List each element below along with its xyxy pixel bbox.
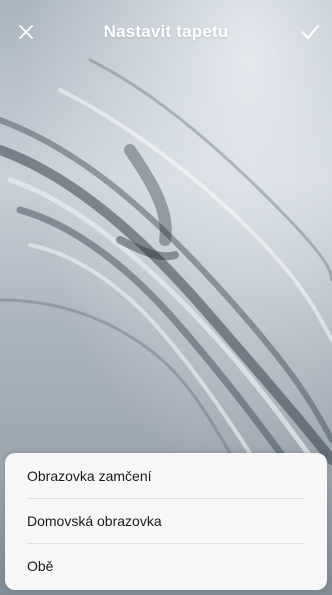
option-both[interactable]: Obě — [5, 543, 327, 588]
option-lock-screen[interactable]: Obrazovka zamčení — [5, 453, 327, 498]
top-bar: Nastavit tapetu — [0, 0, 332, 64]
close-button[interactable] — [12, 18, 40, 46]
check-icon — [301, 25, 319, 39]
close-icon — [19, 25, 33, 39]
option-home-screen[interactable]: Domovská obrazovka — [5, 498, 327, 543]
confirm-button[interactable] — [296, 18, 324, 46]
page-title: Nastavit tapetu — [103, 22, 229, 41]
set-wallpaper-options-sheet: Obrazovka zamčení Domovská obrazovka Obě — [5, 453, 327, 590]
